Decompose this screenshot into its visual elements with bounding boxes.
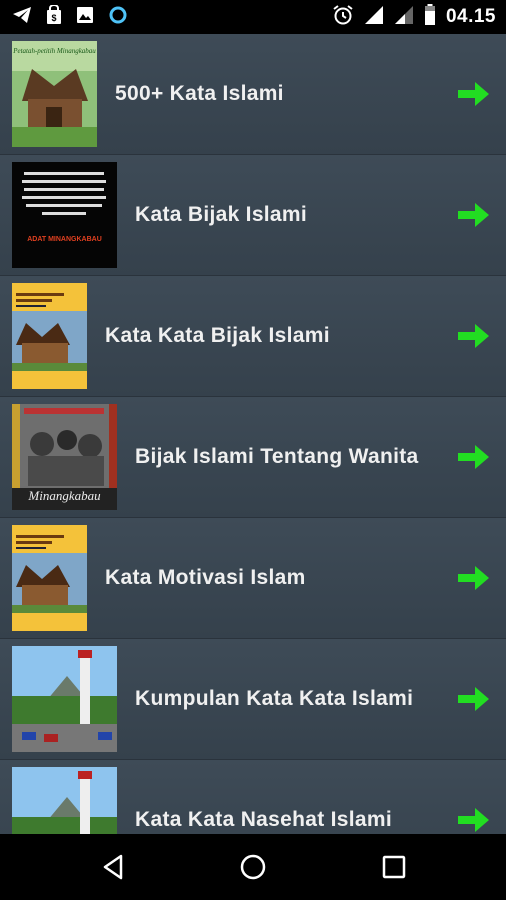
arrow-right-icon[interactable] — [458, 81, 490, 107]
thumbnail — [12, 767, 117, 834]
thumbnail-caption: Petatah-petitih Minangkabau — [13, 47, 96, 55]
list-item-title: Kumpulan Kata Kata Islami — [135, 687, 414, 710]
signal-weak-icon — [394, 5, 414, 30]
telegram-icon — [12, 6, 32, 29]
thumbnail — [12, 283, 87, 389]
svg-text:$: $ — [51, 13, 56, 23]
list-item-title: Kata Kata Bijak Islami — [105, 324, 330, 347]
circle-app-icon — [108, 5, 128, 30]
list-item-title: 500+ Kata Islami — [115, 82, 284, 105]
arrow-right-icon[interactable] — [458, 807, 490, 833]
list-item[interactable]: Minangkabau Bijak Islami Tentang Wanita — [0, 397, 506, 518]
list-item[interactable]: Petatah-petitih Minangkabau 500+ Kata Is… — [0, 34, 506, 155]
clock: 04.15 — [445, 6, 496, 27]
list-item[interactable]: ADAT MINANGKABAU Kata Bijak Islami — [0, 155, 506, 276]
list-item-title: Kata Bijak Islami — [135, 203, 308, 226]
list-item[interactable]: Kata Kata Bijak Islami — [0, 276, 506, 397]
battery-icon — [424, 3, 436, 31]
arrow-right-icon[interactable] — [458, 565, 490, 591]
thumbnail: Minangkabau — [12, 404, 117, 510]
thumbnail-caption: ADAT MINANGKABAU — [27, 236, 102, 243]
image-icon — [76, 6, 94, 29]
list-item[interactable]: Kata Motivasi Islam — [0, 518, 506, 639]
thumbnail — [12, 646, 117, 752]
signal-icon — [364, 5, 384, 30]
thumbnail: ADAT MINANGKABAU — [12, 162, 117, 268]
arrow-right-icon[interactable] — [458, 323, 490, 349]
list-item[interactable]: Kumpulan Kata Kata Islami — [0, 639, 506, 760]
list-item-title: Kata Kata Nasehat Islami — [135, 808, 392, 831]
list-item[interactable]: Kata Kata Nasehat Islami — [0, 760, 506, 834]
alarm-icon — [332, 4, 354, 31]
thumbnail-caption: Minangkabau — [28, 488, 101, 503]
list-item-title: Kata Motivasi Islam — [105, 566, 306, 589]
thumbnail — [12, 525, 87, 631]
list-item-title: Bijak Islami Tentang Wanita — [135, 445, 419, 468]
shopping-bag-icon: $ — [46, 3, 62, 30]
arrow-right-icon[interactable] — [458, 686, 490, 712]
arrow-right-icon[interactable] — [458, 202, 490, 228]
home-icon[interactable] — [240, 854, 266, 885]
arrow-right-icon[interactable] — [458, 444, 490, 470]
content-list[interactable]: Petatah-petitih Minangkabau 500+ Kata Is… — [0, 34, 506, 834]
navigation-bar — [0, 834, 506, 900]
thumbnail: Petatah-petitih Minangkabau — [12, 41, 97, 147]
back-icon[interactable] — [101, 854, 127, 885]
status-bar: $ 04.15 — [0, 0, 506, 34]
recents-icon[interactable] — [382, 855, 406, 884]
